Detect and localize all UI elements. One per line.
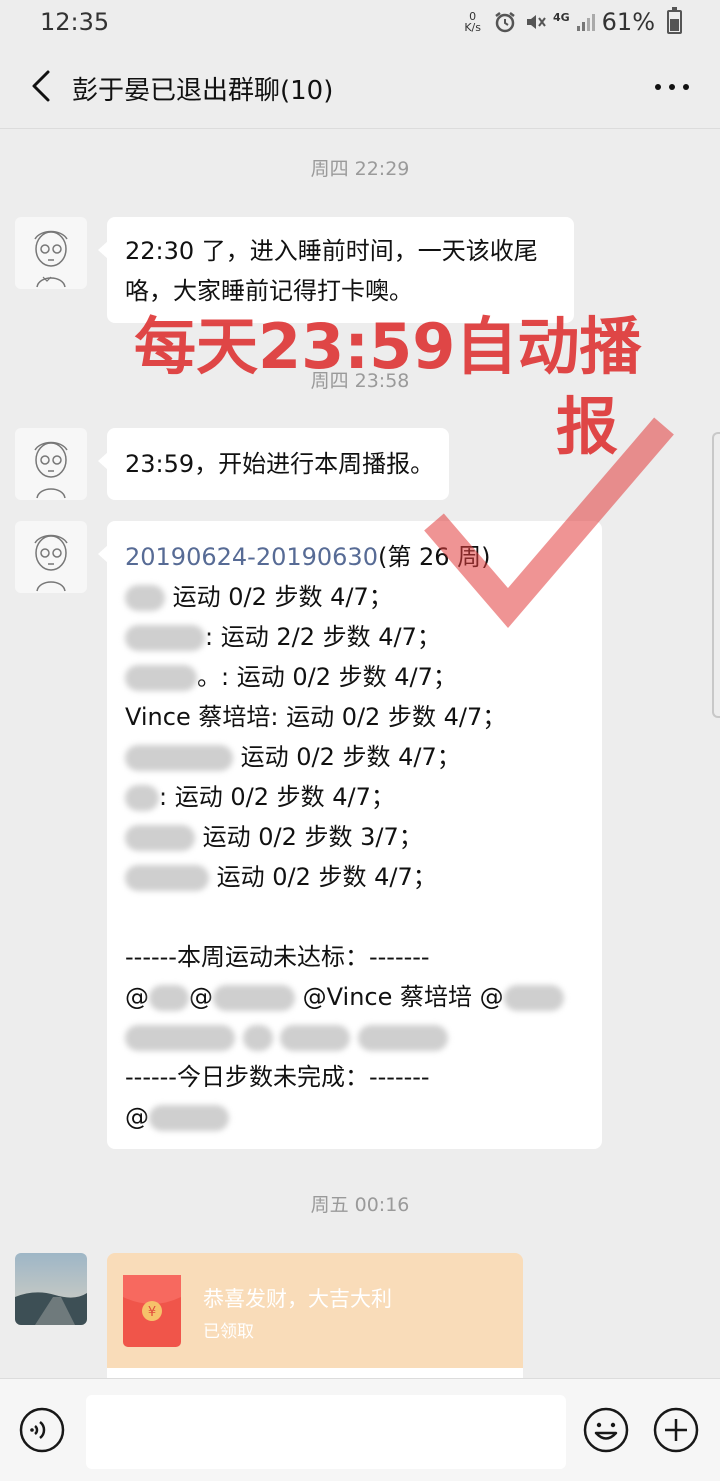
scrollbar[interactable] bbox=[712, 432, 720, 718]
timestamp: 周五 00:16 bbox=[310, 1194, 410, 1216]
alarm-icon bbox=[495, 12, 515, 33]
net-speed: 0 K/s bbox=[464, 10, 481, 34]
red-packet-status: 已领取 bbox=[203, 1322, 254, 1342]
cartoon-avatar-icon bbox=[34, 230, 68, 288]
red-packet-title: 恭喜发财，大吉大利 bbox=[203, 1287, 392, 1311]
cartoon-avatar-icon bbox=[34, 534, 68, 592]
report-row: Vince 蔡培培: 运动 0/2 步数 4/7； bbox=[125, 703, 507, 731]
report-row: : 运动 0/2 步数 4/7； bbox=[125, 777, 584, 817]
chevron-left-icon[interactable] bbox=[22, 66, 62, 106]
input-bar bbox=[0, 1378, 720, 1481]
svg-text:¥: ¥ bbox=[148, 1305, 156, 1320]
red-packet-card[interactable]: ¥ 恭喜发财，大吉大利 已领取 bbox=[107, 1253, 523, 1378]
message-input[interactable] bbox=[86, 1395, 566, 1469]
status-icons: 0 K/s 4G 61% bbox=[464, 7, 682, 36]
status-time: 12:35 bbox=[40, 8, 110, 36]
battery-percent: 61% bbox=[601, 8, 655, 36]
signal-icon bbox=[576, 14, 595, 31]
mute-icon bbox=[526, 15, 546, 29]
report-row: 运动 0/2 步数 4/7； bbox=[125, 857, 584, 897]
mention-line: @ bbox=[125, 1097, 584, 1137]
checkmark-annotation-icon bbox=[424, 417, 674, 628]
battery-icon bbox=[667, 7, 682, 34]
mention-line: @ @ @Vince 蔡培培 @ bbox=[125, 977, 584, 1017]
report-row: 运动 0/2 步数 3/7； bbox=[125, 817, 584, 857]
date-range-link[interactable]: 20190624-20190630 bbox=[125, 543, 378, 571]
chat-header: 彭于晏已退出群聊(10) bbox=[0, 48, 720, 129]
timestamp: 周四 22:29 bbox=[310, 158, 410, 180]
network-type: 4G bbox=[552, 10, 570, 24]
plus-icon[interactable] bbox=[652, 1406, 700, 1454]
emoji-icon[interactable] bbox=[582, 1406, 630, 1454]
cartoon-avatar-icon bbox=[34, 441, 68, 499]
landscape-avatar-icon bbox=[15, 1253, 87, 1325]
report-row: 运动 0/2 步数 4/7； bbox=[125, 737, 584, 777]
sport-header: ------本周运动未达标：------- bbox=[125, 943, 430, 971]
avatar[interactable] bbox=[15, 521, 87, 593]
voice-icon[interactable] bbox=[18, 1406, 66, 1454]
annotation-text: 每天23:59自动播 bbox=[134, 310, 642, 383]
red-packet-icon: ¥ bbox=[123, 1275, 181, 1347]
message-bubble[interactable]: 23:59，开始进行本周播报。 bbox=[98, 428, 449, 500]
report-row: 。: 运动 0/2 步数 4/7； bbox=[125, 657, 584, 697]
status-bar: 12:35 0 K/s 4G 61% bbox=[0, 0, 720, 48]
chat-title: 彭于晏已退出群聊(10) bbox=[72, 76, 334, 106]
mention-line bbox=[125, 1017, 584, 1057]
steps-header: ------今日步数未完成：------- bbox=[125, 1063, 430, 1091]
avatar[interactable] bbox=[15, 428, 87, 500]
avatar[interactable] bbox=[15, 217, 87, 289]
more-horizontal-icon[interactable] bbox=[652, 72, 692, 102]
avatar[interactable] bbox=[15, 1253, 87, 1325]
